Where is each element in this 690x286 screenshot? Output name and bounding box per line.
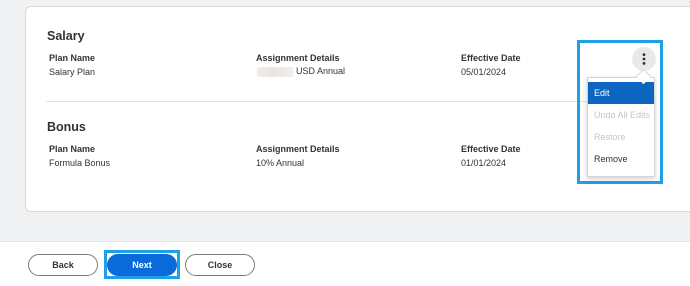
salary-plan-name-header: Plan Name bbox=[49, 53, 96, 63]
close-button[interactable]: Close bbox=[185, 254, 255, 276]
menu-item-undo-all-edits: Undo All Edits bbox=[594, 110, 651, 120]
salary-effective-date: 05/01/2024 bbox=[461, 67, 507, 77]
menu-item-restore: Restore bbox=[594, 132, 626, 142]
menu-item-remove[interactable]: Remove bbox=[588, 148, 654, 170]
salary-effective-date-header: Effective Date bbox=[461, 53, 521, 63]
salary-assignment-header: Assignment Details bbox=[256, 53, 340, 63]
menu-item-edit[interactable]: Edit bbox=[588, 82, 654, 104]
related-actions-button[interactable] bbox=[632, 47, 656, 71]
actions-dropdown: Edit Undo All Edits Restore Remove bbox=[587, 77, 655, 177]
next-button[interactable]: Next bbox=[107, 254, 177, 276]
bonus-effective-date-header: Effective Date bbox=[461, 144, 521, 154]
more-vertical-icon bbox=[642, 53, 646, 65]
bonus-plan-name-header: Plan Name bbox=[49, 144, 96, 154]
bonus-assignment-header: Assignment Details bbox=[256, 144, 340, 154]
salary-plan-name: Salary Plan bbox=[49, 67, 96, 77]
bonus-title: Bonus bbox=[47, 120, 86, 134]
salary-assignment-text: USD Annual bbox=[296, 66, 346, 76]
bonus-effective-date: 01/01/2024 bbox=[461, 158, 507, 168]
redacted-amount bbox=[257, 66, 293, 77]
bonus-assignment-details: 10% Annual bbox=[256, 158, 305, 168]
section-divider bbox=[46, 101, 656, 102]
bonus-plan-name: Formula Bonus bbox=[49, 158, 111, 168]
back-button[interactable]: Back bbox=[28, 254, 98, 276]
salary-title: Salary bbox=[47, 29, 85, 43]
salary-assignment-details: USD Annual bbox=[257, 66, 345, 77]
